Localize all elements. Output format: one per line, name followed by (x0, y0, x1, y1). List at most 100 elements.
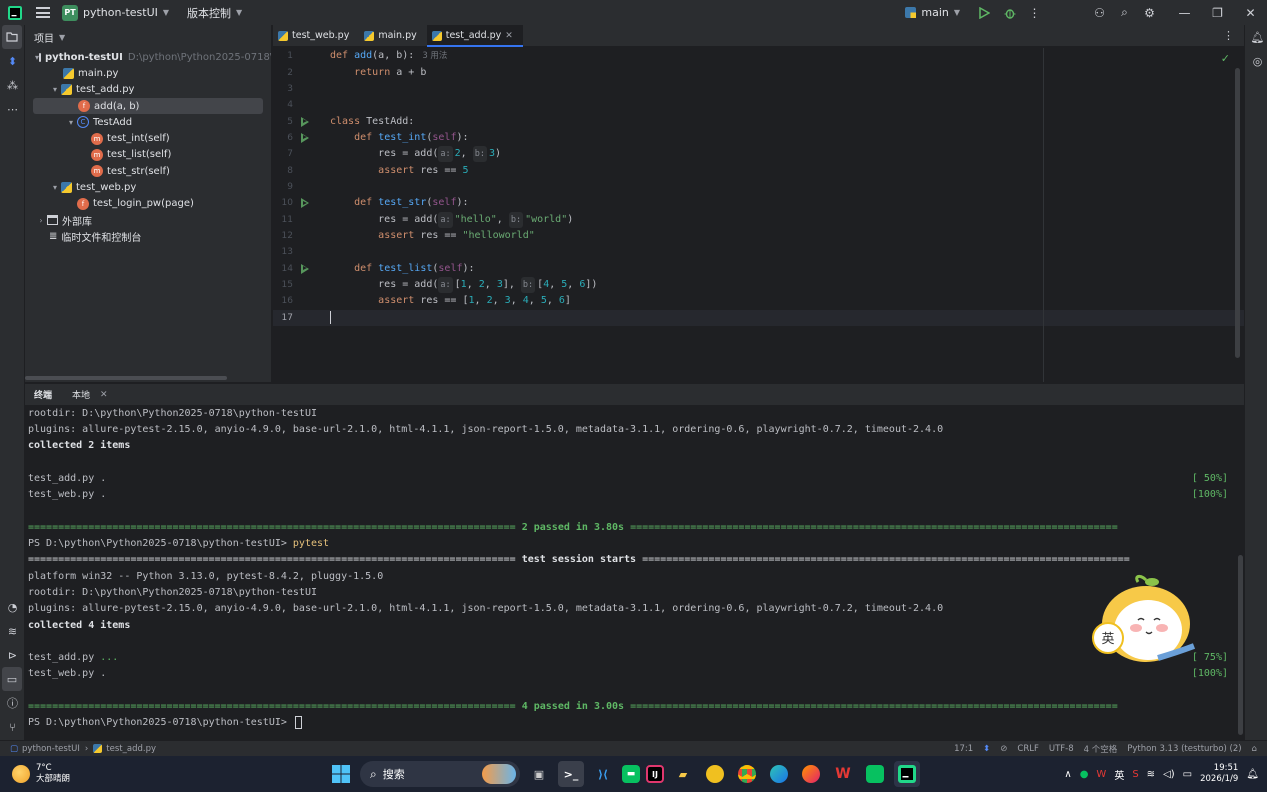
run-icon[interactable] (972, 0, 997, 25)
python-packages-icon[interactable]: ◔ (0, 595, 25, 619)
settings-gear-icon[interactable]: ⚙ (1137, 0, 1162, 25)
chevron-down-icon[interactable]: ▾ (49, 85, 61, 94)
close-icon[interactable]: ✕ (100, 390, 108, 400)
tab-main-py[interactable]: main.py (359, 25, 426, 46)
vcs-menu[interactable]: 版本控制 (187, 5, 231, 21)
tree-item-test-login-pw[interactable]: f test_login_pw(page) (25, 196, 271, 212)
project-badge[interactable]: PT (62, 4, 78, 21)
commit-tool-icon[interactable]: ⬍ (0, 49, 25, 73)
python-interpreter-icon[interactable] (902, 0, 918, 25)
tree-item-testadd-class[interactable]: ▾ C TestAdd (25, 114, 271, 130)
ai-assistant-icon[interactable]: ◎ (1245, 49, 1267, 73)
chevron-down-icon[interactable]: ▼ (59, 33, 65, 42)
wechat-tray-icon[interactable]: ● (1080, 769, 1089, 780)
chrome-icon[interactable] (734, 761, 760, 787)
tree-item-test-int[interactable]: m test_int(self) (25, 130, 271, 146)
tree-item-scratches[interactable]: ≣ 临时文件和控制台 (25, 228, 271, 244)
wechat-icon[interactable] (862, 761, 888, 787)
project-panel-title[interactable]: 项目 (34, 30, 54, 45)
weather-widget[interactable]: 7°C 大部晴朗 (12, 763, 70, 785)
horizontal-scrollbar[interactable] (25, 376, 227, 380)
git-icon[interactable]: ⑂ (0, 715, 25, 739)
tree-item-external-libraries[interactable]: › 外部库 (25, 212, 271, 228)
project-tool-icon[interactable] (2, 25, 22, 49)
tree-item-test-list[interactable]: m test_list(self) (25, 147, 271, 163)
intellij-icon[interactable]: IJ (646, 765, 664, 783)
caret-position[interactable]: 17:1 (954, 744, 973, 754)
line-separator[interactable]: CRLF (1017, 744, 1038, 754)
file-explorer-icon[interactable]: ▰ (670, 761, 696, 787)
restore-window-icon[interactable]: ❐ (1201, 0, 1234, 25)
run-test-icon[interactable] (301, 263, 309, 274)
run-test-icon[interactable] (301, 132, 309, 143)
terminal-tab-local[interactable]: 本地 (69, 384, 94, 407)
notifications-bell-icon[interactable]: 🔔︎ (1246, 769, 1259, 780)
tab-test-web-py[interactable]: test_web.py (273, 25, 359, 46)
more-tools-icon[interactable]: ⋯ (0, 97, 25, 121)
services-icon[interactable]: ⊳ (0, 643, 25, 667)
code-editor[interactable]: 1 2 3 4 5 6 7 8 9 10 11 12 13 14 15 16 1… (273, 48, 1244, 382)
tree-item-test-add-py[interactable]: ▾ test_add.py (25, 82, 271, 98)
browser-app-icon[interactable] (702, 761, 728, 787)
start-button-icon[interactable] (328, 761, 354, 787)
terminal-output[interactable]: rootdir: D:\python\Python2025-0718\pytho… (25, 405, 1244, 740)
chevron-down-icon[interactable]: ▼ (163, 8, 169, 17)
no-problems-check-icon[interactable]: ✓ (1221, 52, 1230, 65)
more-actions-icon[interactable]: ⋮ (1022, 0, 1047, 25)
task-view-icon[interactable]: ▣ (526, 761, 552, 787)
tree-root[interactable]: ▾ python-testUI D:\python\Python2025-071… (25, 49, 271, 65)
problems-icon[interactable]: ⓘ (0, 691, 25, 715)
notifications-bell-icon[interactable]: 🔔︎ (1245, 25, 1267, 49)
vertical-scrollbar[interactable] (1238, 555, 1243, 735)
breadcrumb-project[interactable]: python-testUI (22, 744, 80, 754)
tree-item-test-str[interactable]: m test_str(self) (25, 163, 271, 179)
tree-item-main-py[interactable]: main.py (25, 65, 271, 81)
ime-indicator[interactable]: 英 (1114, 767, 1124, 782)
debug-icon[interactable] (997, 0, 1022, 25)
volume-icon[interactable]: ◁) (1163, 769, 1175, 780)
run-test-icon[interactable] (301, 198, 309, 209)
messaging-app-icon[interactable]: ▬ (622, 765, 640, 783)
wps-tray-icon[interactable]: W (1096, 769, 1106, 780)
chevron-down-icon[interactable]: ▼ (954, 8, 960, 17)
tree-item-test-web-py[interactable]: ▾ test_web.py (25, 179, 271, 195)
close-icon[interactable]: ✕ (505, 31, 513, 41)
wps-icon[interactable]: W (830, 761, 856, 787)
file-encoding[interactable]: UTF-8 (1049, 744, 1074, 754)
edge-icon[interactable] (766, 761, 792, 787)
main-menu-icon[interactable] (36, 7, 50, 18)
minimize-window-icon[interactable]: — (1168, 0, 1201, 25)
chevron-up-icon[interactable]: ∧ (1064, 769, 1071, 780)
ime-mascot-sticker[interactable]: 英 (1088, 572, 1204, 668)
battery-icon[interactable]: ▭ (1183, 769, 1192, 780)
run-test-icon[interactable] (301, 116, 309, 127)
more-actions-icon[interactable]: ⋮ (1223, 29, 1234, 42)
usages-hint[interactable]: 3 用法 (422, 48, 447, 64)
firefox-icon[interactable] (798, 761, 824, 787)
readonly-toggle-icon[interactable]: ⊘ (1000, 744, 1007, 754)
chevron-down-icon[interactable]: ▾ (65, 118, 77, 127)
vertical-scrollbar[interactable] (1235, 68, 1240, 358)
security-tray-icon[interactable]: S (1132, 769, 1138, 780)
branch-selector[interactable]: main (921, 6, 948, 19)
tree-item-add-function[interactable]: f add(a, b) (33, 97, 263, 115)
python-interpreter[interactable]: Python 3.13 (testturbo) (2) (1127, 744, 1241, 754)
breadcrumb-file[interactable]: test_add.py (106, 744, 156, 754)
vscode-icon[interactable]: ⟩⟨ (590, 761, 616, 787)
structure-tool-icon[interactable]: ⁂ (0, 73, 25, 97)
clock[interactable]: 19:51 2026/1/9 (1200, 763, 1238, 785)
search-icon[interactable]: ⌕ (1112, 0, 1137, 25)
indent-setting[interactable]: 4 个空格 (1084, 743, 1118, 755)
terminal-app-icon[interactable]: >_ (558, 761, 584, 787)
chevron-right-icon[interactable]: › (35, 216, 47, 225)
vcs-status-icon[interactable]: ⬍ (983, 744, 990, 754)
add-user-icon[interactable]: ⚇ (1087, 0, 1112, 25)
terminal-tool-icon[interactable]: ▭ (2, 667, 22, 691)
close-window-icon[interactable]: ✕ (1234, 0, 1267, 25)
project-name[interactable]: python-testUI (83, 6, 158, 19)
tab-test-add-py[interactable]: test_add.py ✕ (426, 25, 523, 47)
layers-icon[interactable]: ≋ (0, 619, 25, 643)
pycharm-taskbar-icon[interactable] (894, 761, 920, 787)
taskbar-search-box[interactable]: ⌕ 搜索 (360, 761, 520, 787)
chevron-down-icon[interactable]: ▾ (49, 183, 61, 192)
